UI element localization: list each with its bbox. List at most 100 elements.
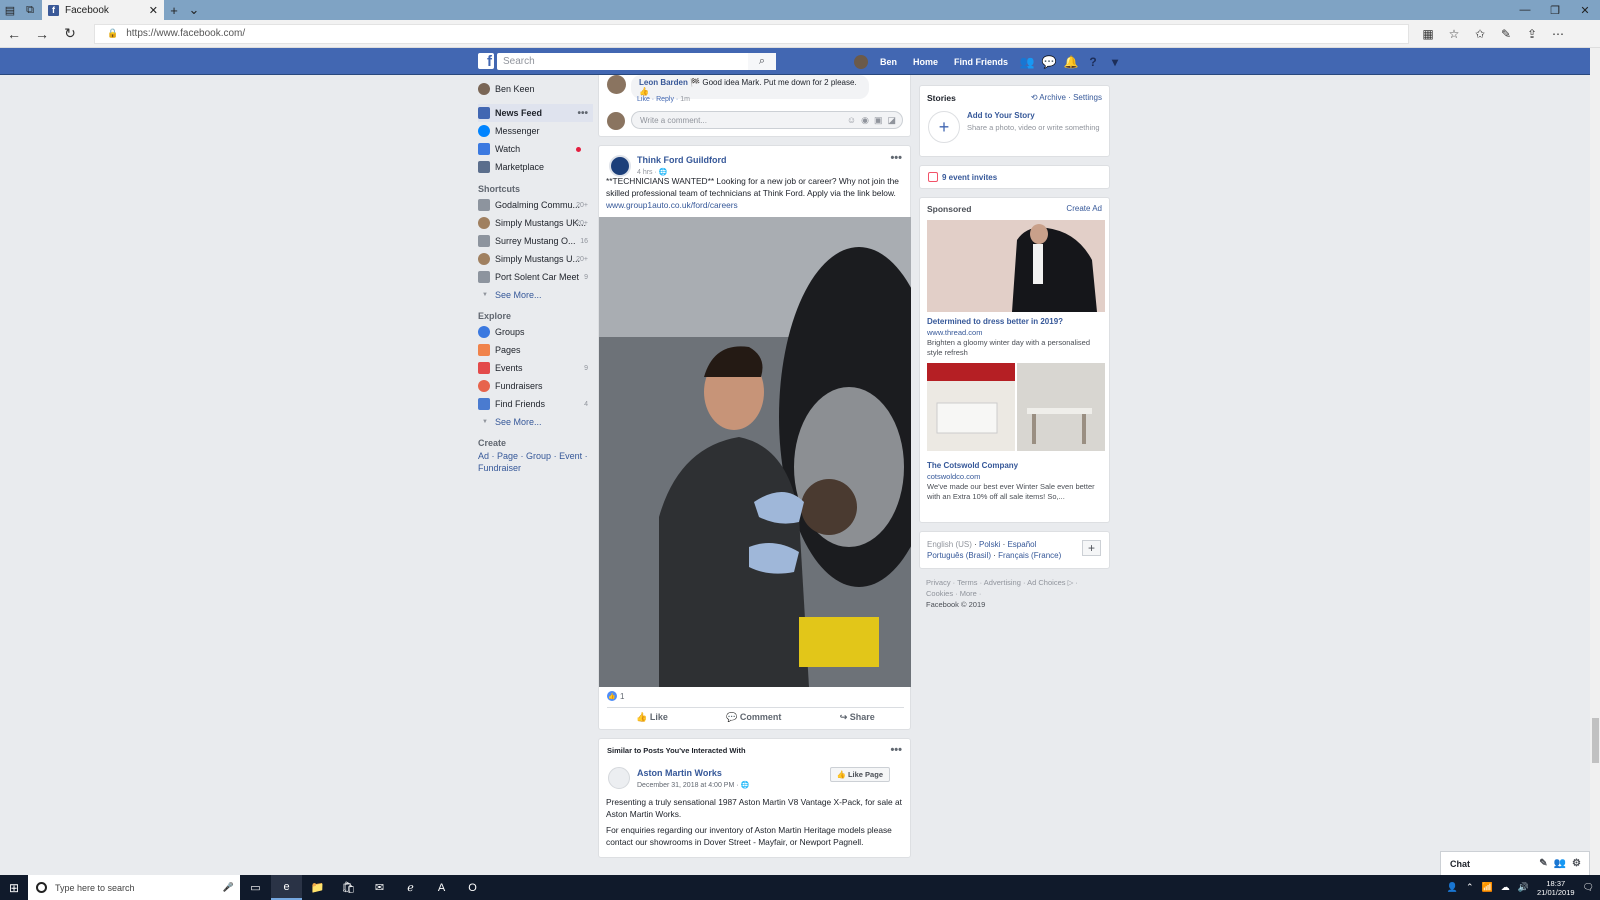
add-to-story-link[interactable]: Add to Your Story [967,111,1035,120]
search-icon[interactable]: ⌕ [748,53,776,70]
reactions-row[interactable]: 👍 1 [607,691,624,701]
post-photo[interactable] [599,217,911,687]
emoji-icon[interactable]: ☺ [847,115,856,126]
explore-see-more[interactable]: ▼ See More... [478,413,593,430]
windows-start-icon[interactable]: ⊞ [0,881,28,895]
add-story-plus-icon[interactable]: + [928,111,960,143]
archive-link[interactable]: Archive [1039,93,1066,102]
shortcut-item[interactable]: Port Solent Car Meet 9 [478,268,593,286]
camera-icon[interactable]: ◉ [861,115,869,126]
tab-list-icon[interactable]: ▤ [0,0,20,20]
action-center-icon[interactable]: 🗨 [1583,882,1594,893]
shortcuts-see-more[interactable]: ▼ See More... [478,286,593,303]
wifi-icon[interactable]: 📶 [1482,882,1493,893]
more-options-icon[interactable]: ••• [577,108,588,119]
create-event-link[interactable]: Event [559,451,582,461]
like-page-button[interactable]: 👍 Like Page [829,767,890,782]
sidebar-item-events[interactable]: Events 9 [478,359,593,377]
task-view-icon[interactable]: ▭ [240,875,271,900]
shortcut-item[interactable]: Godalming Commu... 20+ [478,196,593,214]
new-message-icon[interactable]: ✎ [1539,858,1547,869]
sidebar-item-find-friends[interactable]: Find Friends 4 [478,395,593,413]
ad2-title[interactable]: The Cotswold Company [927,461,1018,470]
sidebar-item-news-feed[interactable]: News Feed ••• [478,104,593,122]
footer-links-row-2[interactable]: Cookies · More · [926,588,1103,599]
stories-settings-link[interactable]: Settings [1073,93,1102,102]
scrollbar-thumb[interactable] [1592,718,1599,763]
sidebar-item-marketplace[interactable]: Marketplace [478,158,593,176]
acrobat-icon[interactable]: A [426,875,457,900]
language-espanol[interactable]: Español [1007,540,1036,549]
language-francais[interactable]: Français (France) [998,551,1061,560]
chevron-down-icon[interactable]: ⌄ [184,0,204,20]
new-group-icon[interactable]: 👥 [1554,858,1566,869]
event-invites-card[interactable]: 9 event invites [919,165,1110,189]
language-portugues[interactable]: Português (Brasil) [927,551,991,560]
outlook-icon[interactable]: O [457,875,488,900]
comment-like-link[interactable]: Like [637,96,650,103]
page-avatar[interactable] [609,155,631,177]
close-tab-icon[interactable]: ✕ [149,4,158,17]
commenter-name[interactable]: Leon Barden [639,78,688,87]
share-button[interactable]: ↪ Share [840,712,875,723]
create-ad-link[interactable]: Ad [478,451,489,461]
ad1-url[interactable]: www.thread.com [927,328,982,337]
file-explorer-icon[interactable]: 📁 [302,875,333,900]
browser-tab-facebook[interactable]: f Facebook ✕ [42,0,164,20]
aston-martin-avatar[interactable] [608,767,630,789]
mail-icon[interactable]: ✉ [364,875,395,900]
language-polski[interactable]: Polski [979,540,1000,549]
sidebar-item-groups[interactable]: Groups [478,323,593,341]
shortcut-item[interactable]: Simply Mustangs UK... 20+ [478,214,593,232]
home-link[interactable]: Home [905,57,946,67]
similar-page-name[interactable]: Aston Martin Works [637,768,722,778]
internet-explorer-icon[interactable]: ℯ [395,875,426,900]
page-scrollbar[interactable] [1590,48,1600,875]
share-icon[interactable]: ⇪ [1519,27,1545,41]
comment-reply-link[interactable]: Reply [656,96,674,103]
facebook-logo-icon[interactable]: f [478,53,494,69]
create-page-link[interactable]: Page [497,451,518,461]
people-icon[interactable]: 👤 [1447,882,1458,893]
chat-settings-gear-icon[interactable]: ⚙ [1572,858,1581,869]
help-icon[interactable]: ? [1082,55,1104,69]
forward-icon[interactable]: → [28,26,56,42]
pen-icon[interactable]: ✎ [1493,27,1519,41]
gif-icon[interactable]: ▣ [874,115,883,126]
post-options-icon[interactable]: ••• [890,152,902,164]
close-window-icon[interactable]: ✕ [1570,0,1600,20]
sidebar-item-watch[interactable]: Watch [478,140,593,158]
new-tab-icon[interactable]: + [164,0,184,20]
friend-requests-icon[interactable]: 👥 [1016,55,1038,69]
volume-icon[interactable]: 🔊 [1518,882,1529,893]
url-input[interactable]: 🔒 https://www.facebook.com/ [94,23,1409,44]
account-menu-chevron-icon[interactable]: ▾ [1104,55,1126,69]
sidebar-item-profile[interactable]: Ben Keen [478,80,593,98]
more-icon[interactable]: ⋯ [1545,27,1571,41]
like-button[interactable]: 👍 Like [636,712,668,723]
find-friends-link[interactable]: Find Friends [946,57,1016,67]
messenger-icon[interactable]: 💬 [1038,55,1060,69]
tab-aside-icon[interactable]: ⧉ [20,0,40,20]
sticker-icon[interactable]: ◪ [887,115,896,126]
write-comment-input[interactable]: Write a comment... ☺ ◉ ▣ ◪ [631,111,903,129]
sidebar-item-fundraisers[interactable]: Fundraisers [478,377,593,395]
favorites-hub-icon[interactable]: ✩ [1467,27,1493,41]
profile-link[interactable]: Ben [872,57,905,67]
shortcut-item[interactable]: Simply Mustangs U... 20+ [478,250,593,268]
refresh-icon[interactable]: ↻ [56,25,84,42]
sidebar-item-pages[interactable]: Pages [478,341,593,359]
restore-icon[interactable]: ❐ [1540,0,1570,20]
taskbar-search-input[interactable]: Type here to search 🎤 [28,875,240,900]
onedrive-icon[interactable]: ☁ [1501,882,1510,893]
create-fundraiser-link[interactable]: Fundraiser [478,463,521,473]
tray-chevron-up-icon[interactable]: ⌃ [1466,882,1474,893]
add-language-plus-icon[interactable]: + [1082,540,1101,556]
footer-links-row-1[interactable]: Privacy · Terms · Advertising · Ad Choic… [926,577,1103,588]
create-group-link[interactable]: Group [526,451,551,461]
edge-browser-icon[interactable]: e [271,875,302,900]
notifications-bell-icon[interactable]: 🔔 [1060,55,1082,69]
microphone-icon[interactable]: 🎤 [223,882,240,893]
sidebar-item-messenger[interactable]: Messenger [478,122,593,140]
chat-bar[interactable]: Chat ✎ 👥 ⚙ [1440,851,1590,875]
